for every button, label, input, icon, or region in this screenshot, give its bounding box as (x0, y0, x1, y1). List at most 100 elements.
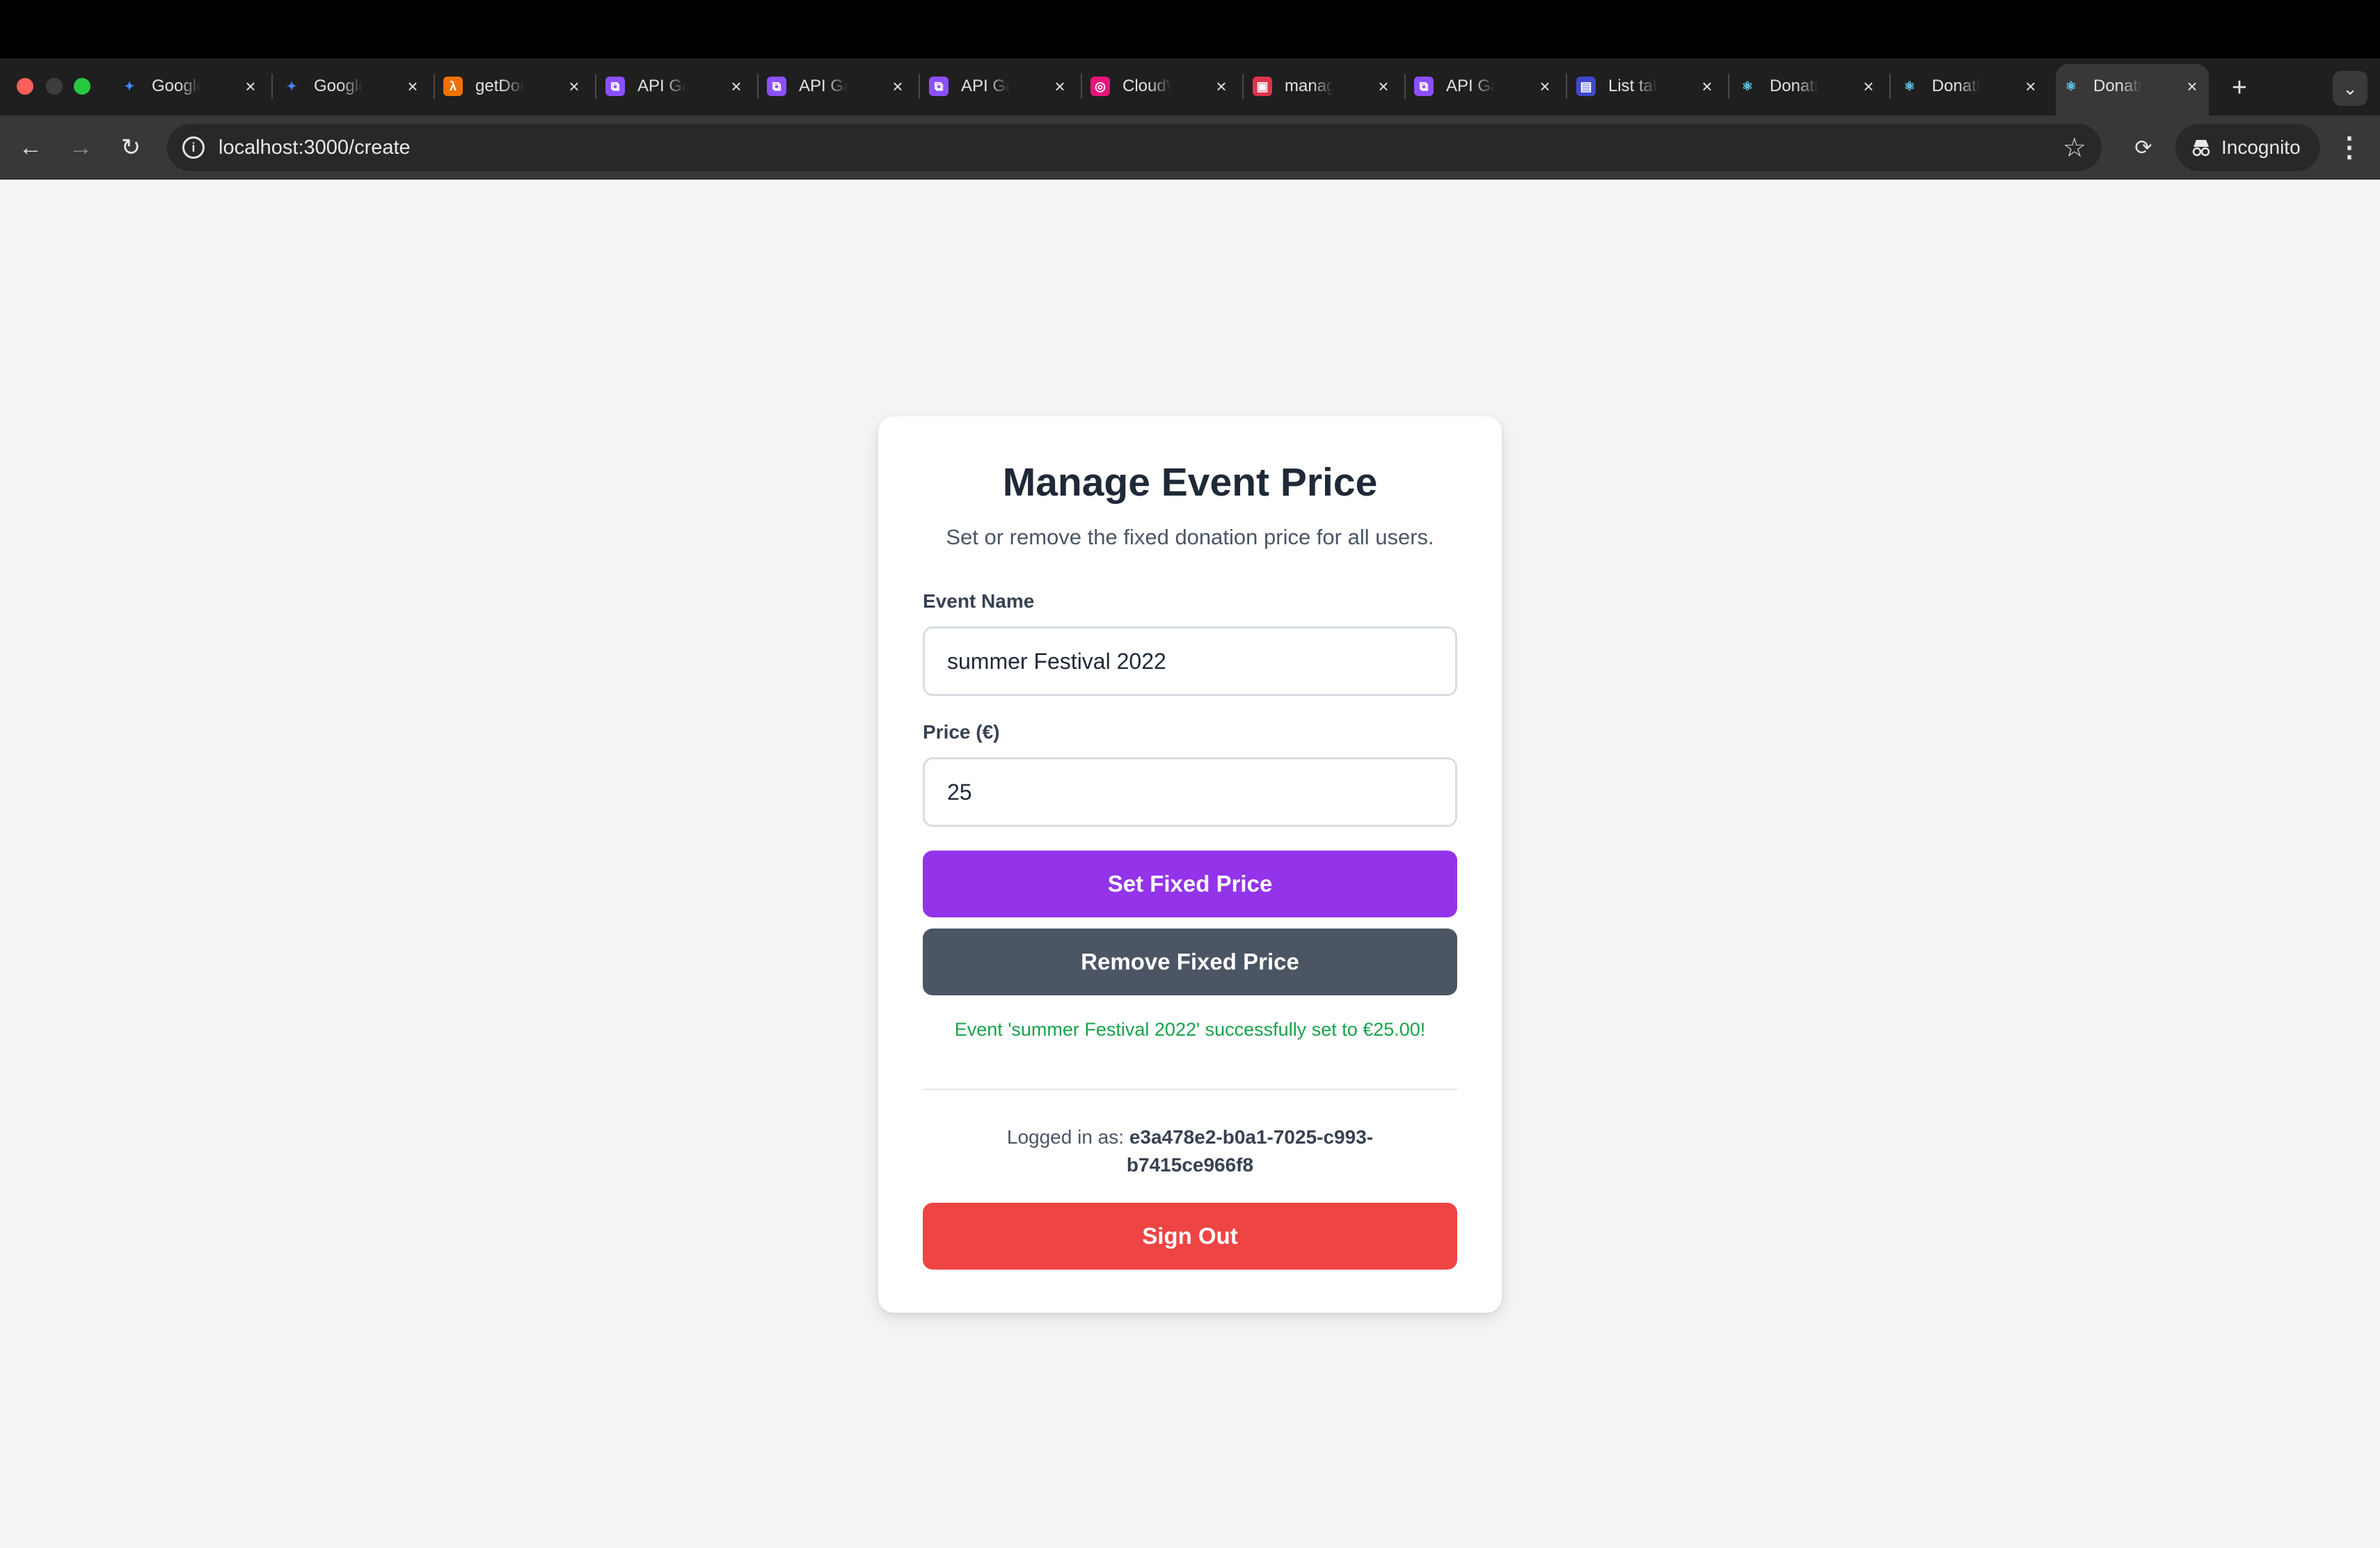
tab-close-icon[interactable]: × (1534, 75, 1556, 97)
forward-button[interactable]: → (64, 131, 97, 164)
tab-close-icon[interactable]: × (402, 75, 424, 97)
arrow-left-icon: ← (19, 134, 42, 161)
set-fixed-price-button[interactable]: Set Fixed Price (923, 851, 1457, 917)
tab-separator (1728, 74, 1729, 99)
browser-menu-icon[interactable]: ⋮ (2334, 129, 2365, 166)
tab-separator (1889, 74, 1891, 99)
api-gateway-icon: ⧉ (605, 77, 625, 96)
tab-close-icon[interactable]: × (1857, 75, 1880, 97)
browser-tab[interactable]: ⚛ Donation × (1738, 68, 1884, 104)
browser-tab[interactable]: ◎ CloudWatch × (1090, 68, 1237, 104)
tab-title: API Gateway (1446, 77, 1495, 95)
tab-title: Donation (2093, 77, 2142, 95)
tab-separator (1566, 74, 1567, 99)
logged-in-prefix: Logged in as: (1006, 1126, 1125, 1148)
tab-separator (434, 74, 435, 99)
chevron-down-icon: ⌄ (2342, 77, 2358, 99)
tab-separator (1081, 74, 1082, 99)
tab-close-icon[interactable]: × (1049, 75, 1071, 97)
browser-tab[interactable]: ▤ List tables × (1576, 68, 1722, 104)
success-message: Event 'summer Festival 2022' successfull… (954, 1019, 1426, 1040)
browser-tab[interactable]: ⧉ API Gateway × (929, 68, 1075, 104)
browser-tab[interactable]: ⚛ Donation × (2061, 68, 2207, 104)
remove-fixed-price-button[interactable]: Remove Fixed Price (923, 929, 1457, 995)
api-gateway-icon: ⧉ (767, 77, 786, 96)
tab-close-icon[interactable]: × (887, 75, 909, 97)
react-icon: ⚛ (1741, 79, 1754, 93)
tab-close-icon[interactable]: × (725, 75, 747, 97)
page-title: Manage Event Price (1002, 460, 1378, 505)
window-close-button[interactable] (17, 78, 33, 95)
manage-event-price-card: Manage Event Price Set or remove the fix… (878, 416, 1502, 1313)
browser-tab[interactable]: ▣ manage × (1253, 68, 1399, 104)
tab-separator (757, 74, 759, 99)
tab-separator (271, 74, 273, 99)
tab-separator (919, 74, 920, 99)
tab-title: Donation (1932, 77, 1981, 95)
tab-title: Google Gemini (152, 77, 200, 95)
browser-tab[interactable]: λ getDonations × (443, 68, 589, 104)
tab-search-button[interactable]: ⌄ (2333, 71, 2367, 106)
reload-icon: ↻ (120, 134, 141, 161)
tab-close-icon[interactable]: × (239, 75, 262, 97)
address-bar[interactable]: i localhost:3000/create ☆ (167, 124, 2102, 171)
tab-title: getDonations (475, 77, 524, 95)
incognito-indicator[interactable]: Incognito (2175, 124, 2320, 171)
tab-close-icon[interactable]: × (2181, 75, 2203, 97)
user-id: e3a478e2-b0a1-7025-c993-b7415ce966f8 (1126, 1126, 1374, 1176)
window-zoom-button[interactable] (74, 78, 90, 95)
reload-button[interactable]: ↻ (114, 131, 148, 164)
browser-tab[interactable]: ⧉ API Gateway × (1414, 68, 1560, 104)
aws-lambda-icon: λ (443, 77, 463, 96)
tab-title: CloudWatch (1122, 77, 1171, 95)
back-button[interactable]: ← (14, 131, 47, 164)
browser-tab[interactable]: ⧉ API Gateway × (767, 68, 913, 104)
tab-title: Donation (1770, 77, 1818, 95)
tab-close-icon[interactable]: × (2020, 75, 2042, 97)
browser-tab[interactable]: ⚛ Donation × (1900, 68, 2046, 104)
tab-close-icon[interactable]: × (563, 75, 585, 97)
tab-separator (1404, 74, 1406, 99)
tab-close-icon[interactable]: × (1372, 75, 1395, 97)
browser-tab[interactable]: ✦ Google Gemini × (120, 68, 266, 104)
react-icon: ⚛ (1903, 79, 1916, 93)
tab-close-icon[interactable]: × (1696, 75, 1718, 97)
price-input[interactable] (923, 757, 1457, 827)
tab-title: API Gateway (961, 77, 1010, 95)
tab-separator (1242, 74, 1244, 99)
api-gateway-icon: ⧉ (929, 77, 949, 96)
logged-in-info: Logged in as: e3a478e2-b0a1-7025-c993-b7… (969, 1123, 1411, 1179)
event-name-label: Event Name (923, 590, 1035, 612)
screen-top-bar (0, 0, 2380, 58)
bookmark-star-icon[interactable]: ☆ (2063, 132, 2086, 164)
browser-tab[interactable]: ✦ Google Gemini × (282, 68, 428, 104)
cloudwatch-icon: ◎ (1090, 77, 1110, 96)
tab-separator (595, 74, 596, 99)
event-name-input[interactable] (923, 626, 1457, 696)
sign-out-button[interactable]: Sign Out (923, 1203, 1457, 1270)
api-gateway-icon: ⧉ (1414, 77, 1434, 96)
tab-strip: ✦ Google Gemini × ✦ Google Gemini × λ getDonati… (0, 58, 2380, 116)
site-info-icon[interactable]: i (182, 136, 205, 159)
react-icon: ⚛ (2065, 79, 2077, 93)
gemini-icon: ✦ (124, 79, 135, 93)
window-minimize-button[interactable] (46, 78, 63, 95)
tab-title: Google Gemini (314, 77, 363, 95)
gemini-icon: ✦ (286, 79, 297, 93)
tab-title: API Gateway (799, 77, 848, 95)
arrow-right-icon: → (69, 134, 93, 161)
incognito-label: Incognito (2221, 136, 2301, 158)
extension-icon[interactable]: ⟳ (2127, 131, 2160, 164)
incognito-icon (2191, 137, 2212, 158)
new-tab-button[interactable]: + (2224, 72, 2255, 103)
tab-title: manage (1285, 77, 1333, 95)
divider (923, 1089, 1457, 1090)
aws-service-icon: ▣ (1253, 77, 1272, 96)
url-text[interactable]: localhost:3000/create (219, 136, 411, 159)
tab-close-icon[interactable]: × (1210, 75, 1232, 97)
tab-title: List tables (1608, 77, 1657, 95)
browser-tab[interactable]: ⧉ API Gateway × (605, 68, 752, 104)
price-label: Price (€) (923, 721, 1000, 743)
toolbar: ← → ↻ i localhost:3000/create ☆ ⟳ Incogn… (0, 116, 2380, 180)
dynamodb-icon: ▤ (1576, 77, 1596, 96)
